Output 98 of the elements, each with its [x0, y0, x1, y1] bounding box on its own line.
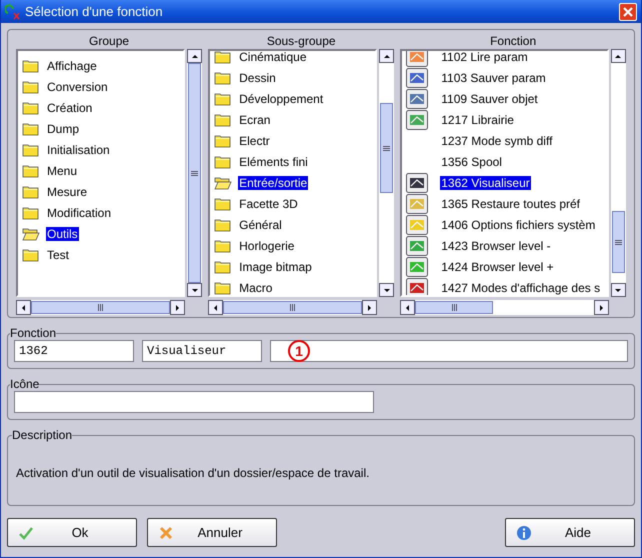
column-heading: Groupe: [88, 34, 130, 49]
folder-icon: [214, 280, 232, 295]
list-item[interactable]: Affichage: [46, 58, 98, 72]
group-label: Fonction: [10, 326, 56, 340]
list-item[interactable]: 1237 Mode symb diff: [440, 134, 554, 148]
list-item[interactable]: Entrée/sortie: [238, 176, 308, 190]
grip-icon: [450, 304, 458, 311]
list-item[interactable]: Outils: [46, 226, 79, 240]
thumbnail-icon: [406, 214, 428, 234]
folder-icon: [22, 162, 40, 178]
folder-icon: [214, 132, 232, 148]
list-item[interactable]: Ecran: [238, 112, 272, 126]
vertical-scrollbar[interactable]: [187, 49, 202, 297]
horizontal-scrollbar[interactable]: [208, 300, 378, 315]
list-item[interactable]: 1406 Options fichiers systèm: [440, 218, 596, 232]
folder-icon: [214, 90, 232, 106]
list-item[interactable]: Modification: [46, 206, 112, 220]
list-item[interactable]: 1103 Sauver param: [440, 70, 547, 84]
thumbnail-icon: [406, 236, 428, 256]
list-item[interactable]: Facette 3D: [238, 196, 299, 210]
grip-icon: [97, 304, 104, 311]
list-item[interactable]: Cinématique: [238, 51, 308, 64]
description-text: Activation d'un outil de visualisation d'un dossier/espace de travail.: [16, 466, 370, 480]
grip-icon: [289, 304, 296, 311]
app-icon: [5, 4, 21, 20]
open-folder-icon: [214, 174, 232, 190]
thumbnail-icon: [406, 194, 428, 214]
thumbnail-icon: [406, 110, 428, 130]
list-item[interactable]: Mesure: [46, 184, 88, 198]
list-item[interactable]: 1365 Restaure toutes préf: [440, 196, 582, 210]
text-field[interactable]: [270, 340, 628, 362]
list-item[interactable]: Conversion: [46, 80, 109, 94]
cancel-button[interactable]: Annuler: [147, 518, 277, 547]
close-icon: [621, 4, 635, 18]
list-item[interactable]: 1427 Modes d'affichage des s: [440, 280, 602, 294]
thumbnail-icon: [406, 256, 428, 276]
folder-icon: [22, 120, 40, 136]
help-button[interactable]: Aide: [505, 518, 635, 547]
checkmark-icon: [18, 524, 34, 540]
list-item[interactable]: 1423 Browser level -: [440, 238, 552, 252]
folder-icon: [22, 142, 40, 158]
folder-icon: [22, 100, 40, 116]
list-item[interactable]: Test: [46, 248, 70, 262]
folder-icon: [22, 246, 40, 262]
column-heading: Fonction: [489, 34, 538, 49]
thumbnail-icon: [406, 68, 428, 88]
thumbnail-icon: [406, 172, 428, 192]
group-label: Icône: [10, 377, 40, 391]
list-item[interactable]: 1356 Spool: [440, 154, 503, 168]
folder-icon: [22, 58, 40, 74]
list-item[interactable]: Dump: [46, 122, 80, 136]
horizontal-scrollbar[interactable]: [400, 300, 609, 315]
list-item[interactable]: Initialisation: [46, 142, 111, 156]
grip-icon: [614, 238, 622, 246]
folder-icon: [22, 204, 40, 220]
folder-icon: [214, 258, 232, 274]
list-item[interactable]: 1109 Sauver objet: [440, 92, 539, 106]
list-item[interactable]: Création: [46, 100, 94, 114]
close-button[interactable]: [619, 2, 637, 20]
list-item[interactable]: Général: [238, 218, 283, 232]
group-label: Description: [12, 428, 72, 442]
open-folder-icon: [22, 226, 40, 242]
folder-icon: [214, 51, 232, 64]
thumbnail-icon: [406, 88, 428, 108]
number-field[interactable]: 1362: [14, 340, 134, 362]
list-item[interactable]: 1217 Librairie: [440, 112, 515, 126]
callout-marker: 1: [288, 340, 310, 362]
folder-icon: [22, 184, 40, 200]
list-item[interactable]: Menu: [46, 164, 78, 178]
list-item[interactable]: 1424 Browser level +: [440, 260, 555, 274]
info-icon: [516, 524, 532, 540]
name-field[interactable]: Visualiseur: [142, 340, 262, 362]
folder-icon: [214, 112, 232, 128]
folder-icon: [214, 238, 232, 254]
list-item[interactable]: 1102 Lire param: [440, 51, 529, 64]
list-item[interactable]: Dessin: [238, 70, 277, 84]
list-item[interactable]: Développement: [238, 92, 324, 106]
column-heading: Sous-groupe: [266, 34, 337, 49]
folder-icon: [214, 154, 232, 170]
list-item[interactable]: Eléments fini: [238, 154, 309, 168]
window-title: Sélection d'une fonction: [25, 4, 164, 19]
folder-icon: [214, 196, 232, 212]
list-item[interactable]: Macro: [238, 280, 274, 294]
grip-icon: [191, 170, 198, 176]
list-item[interactable]: 1362 Visualiseur: [440, 176, 531, 190]
icon-field[interactable]: [14, 391, 374, 413]
vertical-scrollbar[interactable]: [379, 49, 394, 297]
list-item[interactable]: Image bitmap: [238, 260, 313, 274]
vertical-scrollbar[interactable]: [610, 49, 626, 297]
folder-icon: [214, 216, 232, 232]
list-item[interactable]: Electr: [238, 134, 271, 148]
folder-icon: [214, 70, 232, 86]
grip-icon: [383, 144, 390, 152]
folder-icon: [22, 78, 40, 94]
horizontal-scrollbar[interactable]: [16, 300, 186, 315]
ok-button[interactable]: Ok: [7, 518, 137, 547]
list-item[interactable]: Horlogerie: [238, 238, 296, 252]
cross-icon: [158, 524, 174, 540]
